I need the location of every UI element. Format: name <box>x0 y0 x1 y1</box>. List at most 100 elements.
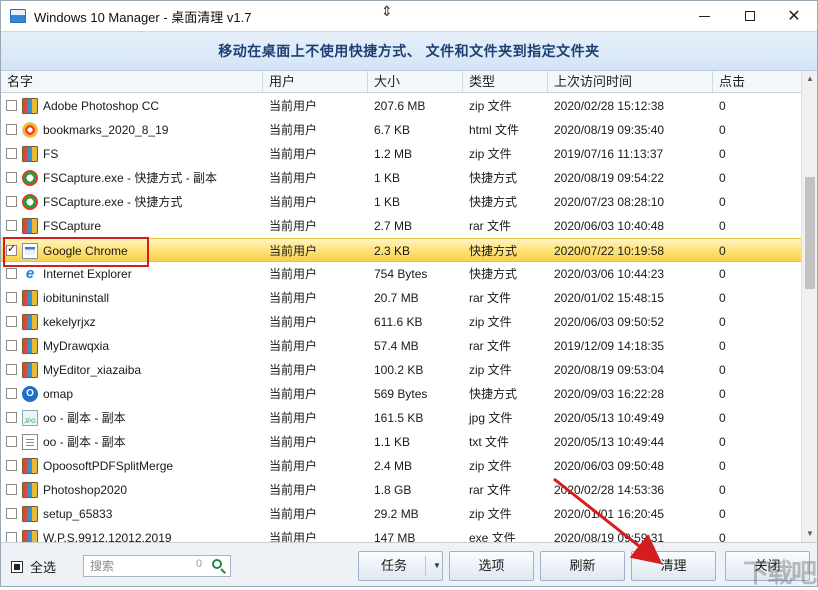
file-type: 快捷方式 <box>469 190 517 214</box>
row-checkbox[interactable] <box>6 436 17 447</box>
search-box[interactable]: 0 <box>83 555 231 577</box>
row-checkbox[interactable] <box>6 340 17 351</box>
table-row[interactable]: kekelyrjxz当前用户611.6 KBzip 文件2020/06/03 0… <box>1 310 801 334</box>
file-name: OpoosoftPDFSplitMerge <box>43 454 173 478</box>
table-row[interactable]: iobituninstall当前用户20.7 MBrar 文件2020/01/0… <box>1 286 801 310</box>
file-size: 29.2 MB <box>374 502 419 526</box>
file-type: 快捷方式 <box>469 382 517 406</box>
last-access-time: 2020/07/23 08:28:10 <box>554 190 664 214</box>
table-row[interactable]: Adobe Photoshop CC当前用户207.6 MBzip 文件2020… <box>1 94 801 118</box>
last-access-time: 2020/01/02 15:48:15 <box>554 286 664 310</box>
table-row[interactable]: oo - 副本 - 副本当前用户1.1 KBtxt 文件2020/05/13 1… <box>1 430 801 454</box>
table-row[interactable]: FSCapture当前用户2.7 MBrar 文件2020/06/03 10:4… <box>1 214 801 238</box>
maximize-button[interactable] <box>727 1 773 31</box>
file-user: 当前用户 <box>269 262 317 286</box>
watermark-logo: 下载吧 <box>743 553 815 590</box>
last-access-time: 2020/08/19 09:54:22 <box>554 166 664 190</box>
file-name: Photoshop2020 <box>43 478 127 502</box>
dropdown-arrow-icon[interactable]: ▼ <box>433 552 441 580</box>
close-window-button[interactable]: ✕ <box>771 1 817 31</box>
column-header-type[interactable]: 类型 <box>463 71 548 93</box>
minimize-button[interactable] <box>681 1 727 31</box>
file-user: 当前用户 <box>269 334 317 358</box>
row-checkbox[interactable] <box>6 268 17 279</box>
table-row[interactable]: FSCapture.exe - 快捷方式当前用户1 KB快捷方式2020/07/… <box>1 190 801 214</box>
footer-toolbar: 全选 0 任务 ▼ 选项 刷新 清理 关闭 <box>1 542 817 586</box>
window-title: Windows 10 Manager - 桌面清理 v1.7 <box>34 7 251 26</box>
row-checkbox[interactable] <box>6 292 17 303</box>
row-checkbox[interactable] <box>6 388 17 399</box>
select-all-checkbox[interactable]: 全选 <box>11 557 56 576</box>
click-count: 0 <box>719 358 726 382</box>
file-size: 20.7 MB <box>374 286 419 310</box>
options-button[interactable]: 选项 <box>449 551 534 581</box>
column-header-last-access[interactable]: 上次访问时间 <box>548 71 713 93</box>
title-bar[interactable]: Windows 10 Manager - 桌面清理 v1.7 ⇕ ✕ <box>1 1 817 31</box>
click-count: 0 <box>719 382 726 406</box>
column-header-size[interactable]: 大小 <box>368 71 463 93</box>
file-size: 1 KB <box>374 166 400 190</box>
file-type: jpg 文件 <box>469 406 512 430</box>
select-all-box[interactable] <box>11 561 23 573</box>
refresh-button[interactable]: 刷新 <box>540 551 625 581</box>
last-access-time: 2019/07/16 11:13:37 <box>554 142 663 166</box>
row-checkbox[interactable] <box>6 508 17 519</box>
row-checkbox[interactable] <box>6 124 17 135</box>
row-checkbox[interactable] <box>6 316 17 327</box>
row-checkbox[interactable] <box>6 484 17 495</box>
row-checkbox[interactable] <box>6 532 17 542</box>
file-name: MyDrawqxia <box>43 334 109 358</box>
search-input[interactable] <box>88 557 192 575</box>
row-checkbox[interactable] <box>6 172 17 183</box>
file-user: 当前用户 <box>269 166 317 190</box>
task-button[interactable]: 任务 ▼ <box>358 551 443 581</box>
file-user: 当前用户 <box>269 454 317 478</box>
row-checkbox[interactable] <box>6 412 17 423</box>
file-size: 754 Bytes <box>374 262 427 286</box>
table-row[interactable]: bookmarks_2020_8_19当前用户6.7 KBhtml 文件2020… <box>1 118 801 142</box>
row-checkbox[interactable] <box>6 460 17 471</box>
table-row[interactable]: Photoshop2020当前用户1.8 GBrar 文件2020/02/28 … <box>1 478 801 502</box>
table-row[interactable]: MyDrawqxia当前用户57.4 MBrar 文件2019/12/09 14… <box>1 334 801 358</box>
table-row[interactable]: JPGoo - 副本 - 副本当前用户161.5 KBjpg 文件2020/05… <box>1 406 801 430</box>
table-row[interactable]: W.P.S.9912.12012.2019当前用户147 MBexe 文件202… <box>1 526 801 542</box>
file-name: FS <box>43 142 58 166</box>
scroll-up-icon[interactable]: ▲ <box>802 71 818 87</box>
table-row[interactable]: FS当前用户1.2 MBzip 文件2019/07/16 11:13:370 <box>1 142 801 166</box>
file-user: 当前用户 <box>269 478 317 502</box>
file-user: 当前用户 <box>269 214 317 238</box>
row-checkbox[interactable] <box>6 148 17 159</box>
file-type: rar 文件 <box>469 214 511 238</box>
table-row[interactable]: setup_65833当前用户29.2 MBzip 文件2020/01/01 1… <box>1 502 801 526</box>
scroll-down-icon[interactable]: ▼ <box>802 526 818 542</box>
table-row[interactable]: MyEditor_xiazaiba当前用户100.2 KBzip 文件2020/… <box>1 358 801 382</box>
file-type: zip 文件 <box>469 310 512 334</box>
file-name: FSCapture.exe - 快捷方式 <box>43 190 182 214</box>
file-user: 当前用户 <box>269 430 317 454</box>
file-size: 2.7 MB <box>374 214 412 238</box>
clean-button[interactable]: 清理 <box>631 551 716 581</box>
file-type: txt 文件 <box>469 430 509 454</box>
fscapture-icon <box>22 194 38 210</box>
scrollbar-thumb[interactable] <box>805 177 815 289</box>
file-user: 当前用户 <box>269 190 317 214</box>
click-count: 0 <box>719 334 726 358</box>
table-row[interactable]: FSCapture.exe - 快捷方式 - 副本当前用户1 KB快捷方式202… <box>1 166 801 190</box>
vertical-scrollbar[interactable]: ▲ ▼ <box>801 71 817 542</box>
file-type: 快捷方式 <box>469 166 517 190</box>
row-checkbox[interactable] <box>6 100 17 111</box>
row-checkbox[interactable] <box>6 220 17 231</box>
file-name: oo - 副本 - 副本 <box>43 430 126 454</box>
file-list: Adobe Photoshop CC当前用户207.6 MBzip 文件2020… <box>1 94 801 542</box>
table-row[interactable]: OpoosoftPDFSplitMerge当前用户2.4 MBzip 文件202… <box>1 454 801 478</box>
column-header-user[interactable]: 用户 <box>263 71 368 93</box>
row-checkbox[interactable] <box>6 364 17 375</box>
file-size: 6.7 KB <box>374 118 410 142</box>
table-row[interactable]: Oomap当前用户569 Bytes快捷方式2020/09/03 16:22:2… <box>1 382 801 406</box>
column-header-name[interactable]: 名字 <box>1 71 263 93</box>
search-icon[interactable] <box>211 558 227 574</box>
row-checkbox[interactable] <box>6 196 17 207</box>
column-header-clicks[interactable]: 点击 <box>713 71 801 93</box>
archive-icon <box>22 314 38 330</box>
table-header: 名字 用户 大小 类型 上次访问时间 点击 <box>1 71 801 93</box>
